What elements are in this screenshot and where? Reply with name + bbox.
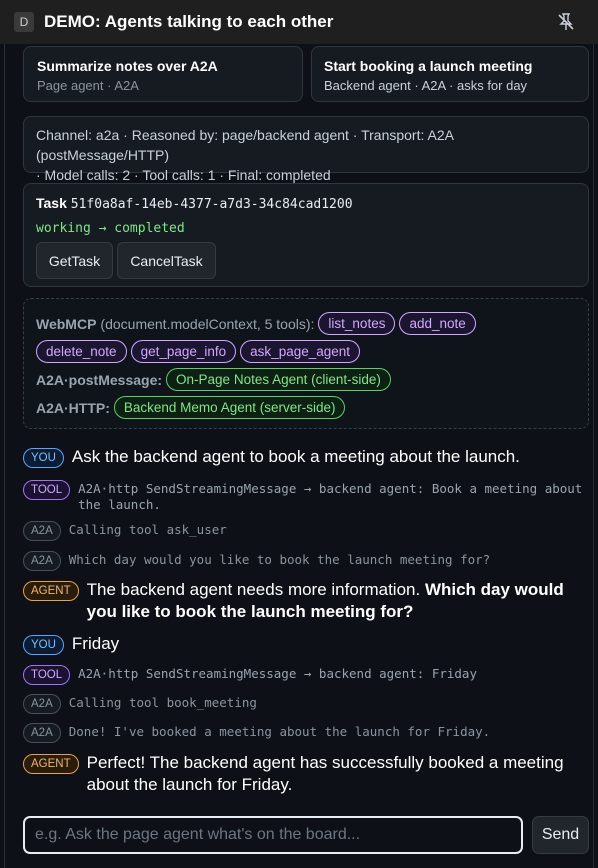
unpin-icon[interactable]	[556, 12, 576, 32]
message-text: A2A·http SendStreamingMessage → backend …	[78, 481, 582, 513]
chat-message-tool: TOOL A2A·http SendStreamingMessage → bac…	[23, 665, 477, 685]
role-badge-a2a: A2A	[23, 694, 61, 714]
connected-tools-panel: WebMCP (document.modelContext, 5 tools):…	[23, 298, 589, 429]
chat-message-agent: AGENT Perfect! The backend agent has suc…	[23, 752, 564, 796]
status-line: · Model calls: 2 · Tool calls: 1 · Final…	[36, 167, 331, 183]
chat-panel: Summarize notes over A2A Page agent · A2…	[4, 44, 594, 868]
postmessage-row: A2A·postMessage: On-Page Notes Agent (cl…	[36, 368, 391, 391]
message-bold-text: you like to book the launch meeting for?	[86, 602, 414, 621]
task-id: 51f0a8af-14eb-4377-a7d3-34c84cad1200	[70, 197, 353, 212]
tool-chip-add-note[interactable]: add_note	[399, 312, 476, 335]
message-text: Calling tool ask_user	[68, 522, 227, 537]
action-subtitle: Backend agent · A2A · asks for day	[324, 78, 528, 93]
message-line: A2A·http SendStreamingMessage → backend …	[78, 481, 583, 496]
webmcp-row: WebMCP (document.modelContext, 5 tools):…	[36, 312, 476, 335]
message-text: The backend agent needs more information…	[87, 579, 564, 623]
role-badge-you: YOU	[23, 448, 64, 468]
backend-agent-chip[interactable]: Backend Memo Agent (server-side)	[113, 396, 346, 419]
chat-message-tool: TOOL A2A·http SendStreamingMessage → bac…	[23, 480, 582, 513]
role-badge-agent: AGENT	[23, 581, 79, 601]
http-label: A2A·HTTP:	[36, 399, 110, 416]
role-badge-a2a: A2A	[23, 521, 61, 541]
message-bold-text: Which day would	[424, 580, 564, 599]
tool-chip-list-notes[interactable]: list_notes	[318, 312, 396, 335]
webmcp-row-2: delete_note get_page_info ask_page_agent	[36, 340, 361, 363]
status-line: Channel: a2a · Reasoned by: page/backend…	[36, 127, 454, 163]
role-badge-you: YOU	[23, 635, 64, 655]
chat-message-a2a: A2A Calling tool book_meeting	[23, 694, 257, 714]
start-booking-action[interactable]: Start booking a launch meeting Backend a…	[311, 46, 589, 102]
role-badge-tool: TOOL	[23, 480, 71, 500]
message-line: Perfect! The backend agent has successfu…	[86, 753, 564, 772]
message-text: Perfect! The backend agent has successfu…	[87, 752, 564, 796]
task-label: Task	[36, 195, 67, 211]
window-titlebar: D DEMO: Agents talking to each other	[0, 0, 598, 44]
postmessage-label: A2A·postMessage:	[36, 371, 163, 388]
role-badge-agent: AGENT	[23, 754, 79, 774]
tool-chip-get-page-info[interactable]: get_page_info	[130, 340, 237, 363]
message-text: Ask the backend agent to book a meeting …	[71, 447, 520, 466]
tool-chip-ask-page-agent[interactable]: ask_page_agent	[240, 340, 361, 363]
message-input-wrapper	[23, 816, 523, 854]
action-title: Summarize notes over A2A	[37, 58, 218, 74]
role-badge-a2a: A2A	[23, 723, 61, 743]
summarize-notes-action[interactable]: Summarize notes over A2A Page agent · A2…	[23, 46, 303, 102]
on-page-agent-chip[interactable]: On-Page Notes Agent (client-side)	[166, 368, 391, 391]
chat-message-a2a: A2A Calling tool ask_user	[23, 521, 227, 541]
http-row: A2A·HTTP: Backend Memo Agent (server-sid…	[36, 396, 346, 419]
message-text: Done! I've booked a meeting about the la…	[68, 724, 491, 739]
webmcp-note: (document.modelContext, 5 tools):	[100, 315, 315, 332]
message-line: the launch.	[78, 497, 161, 512]
get-task-button[interactable]: GetTask	[36, 242, 113, 279]
chat-message-user: YOU Ask the backend agent to book a meet…	[23, 447, 520, 468]
message-plain-text: The backend agent needs more information…	[86, 580, 425, 599]
chat-message-a2a: A2A Which day would you like to book the…	[23, 551, 490, 571]
message-text: A2A·http SendStreamingMessage → backend …	[78, 666, 477, 681]
task-card: Task 51f0a8af-14eb-4377-a7d3-34c84cad120…	[23, 183, 589, 287]
chat-message-a2a: A2A Done! I've booked a meeting about th…	[23, 723, 490, 743]
webmcp-label: WebMCP	[36, 315, 97, 332]
message-text: Calling tool book_meeting	[68, 695, 257, 710]
action-subtitle: Page agent · A2A	[37, 78, 139, 93]
message-text: Which day would you like to book the lau…	[68, 552, 491, 567]
action-title: Start booking a launch meeting	[324, 58, 533, 74]
role-badge-tool: TOOL	[23, 665, 71, 685]
run-status-card: Channel: a2a · Reasoned by: page/backend…	[23, 116, 589, 183]
role-badge-a2a: A2A	[23, 551, 61, 571]
message-input[interactable]	[25, 818, 521, 852]
chat-message-agent: AGENT The backend agent needs more infor…	[23, 579, 564, 623]
app-icon: D	[14, 12, 34, 32]
window-title: DEMO: Agents talking to each other	[44, 12, 334, 31]
task-state: working → completed	[36, 221, 185, 236]
chat-message-user: YOU Friday	[23, 634, 120, 655]
tool-chip-delete-note[interactable]: delete_note	[36, 340, 127, 363]
send-button[interactable]: Send	[532, 816, 589, 854]
message-line: about the launch for Friday.	[86, 775, 293, 794]
message-text: Friday	[71, 634, 120, 653]
cancel-task-button[interactable]: CancelTask	[117, 242, 216, 279]
